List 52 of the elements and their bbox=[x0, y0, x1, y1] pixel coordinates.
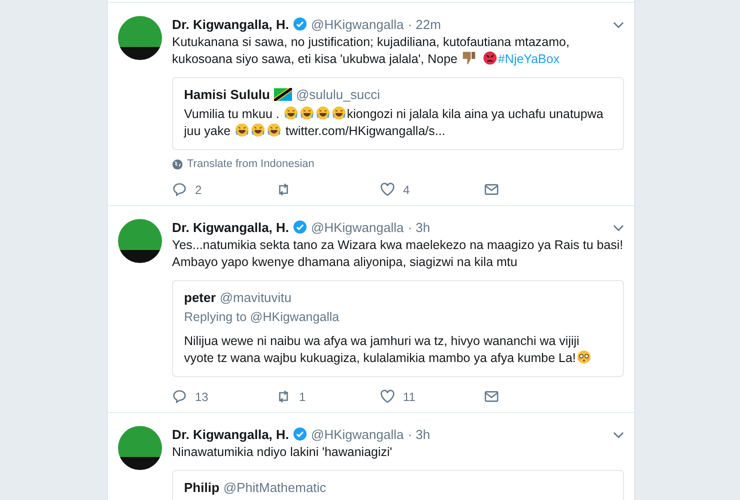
tweet-text: Yes...natumikia sekta tano za Wizara kwa maelekezo na maagizo ya Rais tu basi! Ambayo yapo kwenye dhamana aliyonipa, siagizwi na kila mtu bbox=[172, 237, 624, 271]
avatar-photo-placeholder bbox=[118, 16, 162, 60]
like-button[interactable]: 11 bbox=[380, 389, 484, 404]
reply-button[interactable]: 2 bbox=[172, 182, 276, 197]
quoted-author-name: peter bbox=[184, 290, 216, 305]
like-button[interactable]: 4 bbox=[380, 182, 484, 197]
author-name[interactable]: Dr. Kigwangalla, H. bbox=[172, 426, 290, 442]
quoted-author-handle: @PhitMathematic bbox=[223, 480, 326, 495]
laughing-face-icon bbox=[316, 106, 330, 120]
envelope-icon bbox=[484, 182, 499, 197]
quoted-author-handle: @sululu_succi bbox=[296, 87, 380, 102]
angry-face-icon bbox=[482, 51, 497, 65]
tweet-time: · 3h bbox=[408, 426, 430, 442]
speech-bubble-icon bbox=[172, 389, 187, 404]
thumbs-down-icon bbox=[462, 51, 476, 65]
laughing-face-icon bbox=[332, 106, 346, 120]
envelope-icon bbox=[484, 389, 499, 404]
retweet-icon bbox=[276, 389, 291, 404]
hashtag-link[interactable]: #NjeYaBox bbox=[498, 52, 560, 66]
retweet-button[interactable]: 1 bbox=[276, 389, 380, 404]
replying-to-text: Replying to @HKigwangalla bbox=[184, 310, 340, 324]
laughing-face-icon bbox=[235, 123, 250, 137]
quoted-tweet[interactable]: peter @mavituvitu Replying to @HKigwangalla Nilijua wewe ni naibu wa afya wa jamhuri wa tz, hivyo wananchi wa vijiji vyote tz wana wajbu kukuagiza, kulalamikia mambo ya afya kumbe La! bbox=[172, 280, 624, 377]
tweet-time: · 3h bbox=[408, 220, 430, 234]
author-name[interactable]: Dr. Kigwangalla, H. bbox=[172, 220, 290, 234]
tweet-text: Kutukanana si sawa, no justification; kujadiliana, kutofautiana mtazamo, kukosoana siyo sawa, eti kisa 'ukubwa jalala', Nope #NjeYaBox bbox=[172, 34, 570, 68]
tweet-time: · 22m bbox=[408, 16, 441, 32]
translate-link[interactable]: Translate from Indonesian bbox=[187, 158, 314, 170]
quoted-tweet[interactable]: Hamisi Sululu @sululu_succi Vumilia tu mkuu . kiongozi ni jalala kila aina ya uchafu unatupwa juu yake twitter.com/HKigwangalla/s... bbox=[172, 77, 624, 150]
heart-icon bbox=[380, 389, 395, 404]
retweet-icon bbox=[276, 182, 291, 197]
author-handle: @HKigwangalla bbox=[311, 426, 404, 442]
avatar-photo-placeholder bbox=[118, 426, 162, 470]
avatar-photo-placeholder bbox=[118, 219, 162, 263]
author-handle: @HKigwangalla bbox=[311, 16, 404, 32]
quoted-tweet-text: Vumilia tu mkuu . kiongozi ni jalala kila aina ya uchafu unatupwa juu yake twitter.com/HKigwangalla/s... bbox=[184, 106, 604, 140]
author-handle: @HKigwangalla bbox=[311, 220, 404, 234]
quoted-author-name: Hamisi Sululu bbox=[184, 87, 270, 102]
laughing-face-icon bbox=[300, 106, 314, 120]
speech-bubble-icon bbox=[172, 182, 187, 197]
author-name[interactable]: Dr. Kigwangalla, H. bbox=[172, 16, 290, 32]
quoted-tweet-text: Nilijua wewe ni naibu wa afya wa jamhuri wa tz, hivyo wananchi wa vijiji vyote tz wana wajbu kukuagiza, kulalamikia mambo ya afya kumbe La! bbox=[184, 333, 612, 367]
quoted-tweet[interactable]: Philip @PhitMathematic bbox=[172, 470, 624, 500]
quoted-author-handle: @mavituvitu bbox=[220, 290, 292, 305]
quoted-author-name: Philip bbox=[184, 480, 220, 495]
flushed-face-icon bbox=[576, 350, 591, 364]
laughing-face-icon bbox=[284, 106, 298, 120]
laughing-face-icon bbox=[251, 123, 266, 137]
tweet-text: Ninawatumikia ndiyo lakini 'hawaniagizi' bbox=[172, 444, 394, 461]
laughing-face-icon bbox=[267, 123, 282, 137]
reply-button[interactable]: 13 bbox=[172, 389, 276, 404]
heart-icon bbox=[380, 182, 395, 197]
